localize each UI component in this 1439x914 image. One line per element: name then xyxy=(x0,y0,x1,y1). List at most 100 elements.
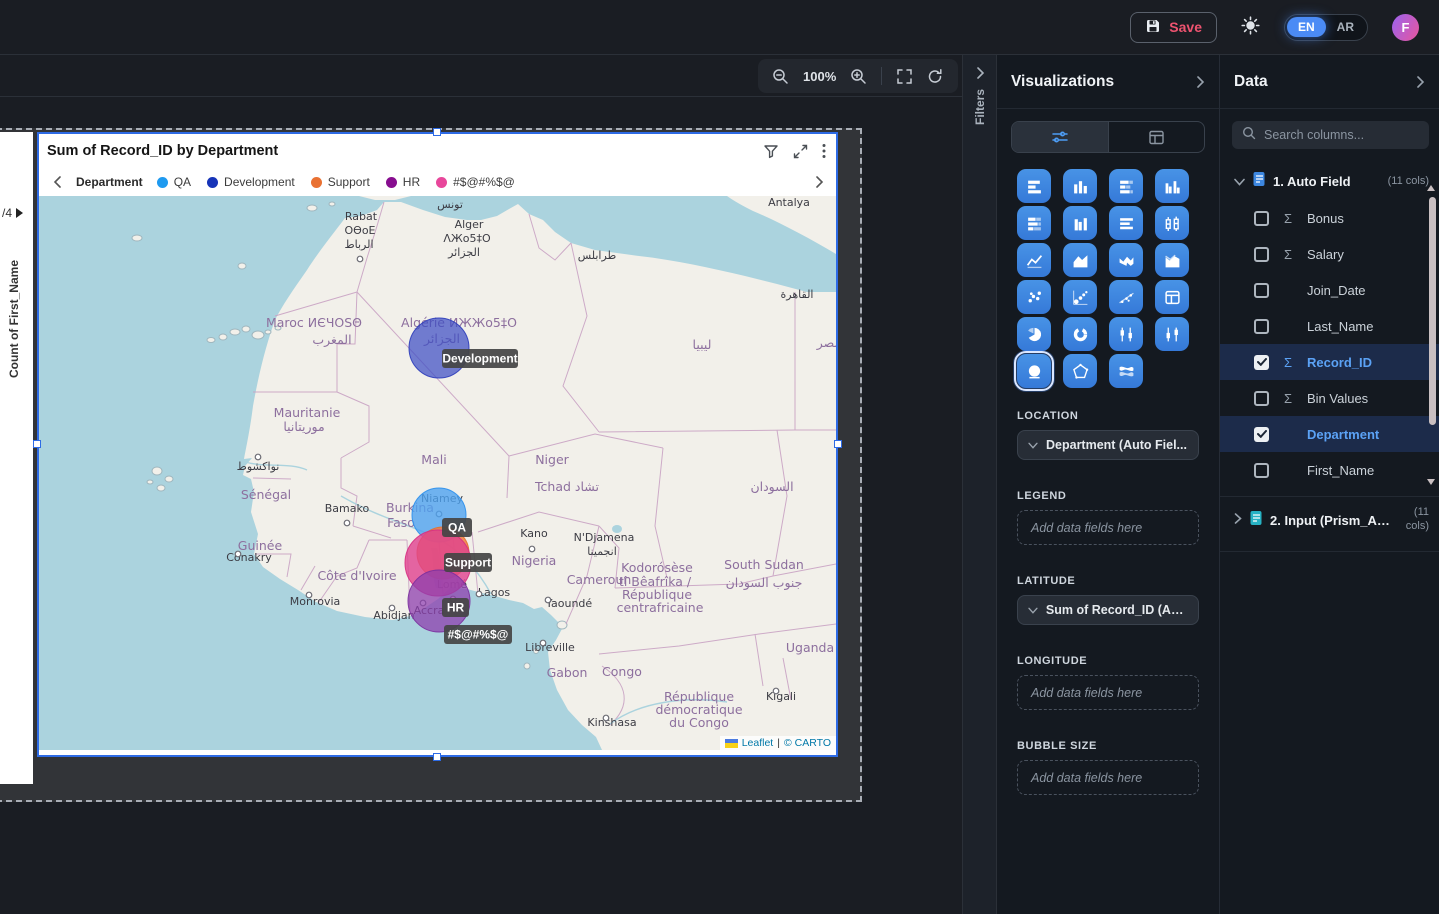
map-label: Bamako xyxy=(325,502,370,515)
widget-pager[interactable]: /4 xyxy=(2,206,23,220)
donut-chart-icon[interactable] xyxy=(1063,317,1097,351)
stream-chart-icon[interactable] xyxy=(1109,354,1143,388)
data-scrollbar-thumb[interactable] xyxy=(1429,197,1436,425)
legend-item[interactable]: Support xyxy=(311,175,370,189)
legend-dot xyxy=(311,177,322,188)
field-row-bin-values[interactable]: ΣBin Values xyxy=(1220,380,1439,416)
carto-link[interactable]: © CARTO xyxy=(784,737,831,749)
field-row-last-name[interactable]: Last_Name xyxy=(1220,308,1439,344)
avatar[interactable]: F xyxy=(1392,14,1419,41)
leaflet-link[interactable]: Leaflet xyxy=(742,737,774,749)
bubble-chart-icon[interactable] xyxy=(1063,280,1097,314)
field-pill[interactable]: Department (Auto Fiel... xyxy=(1017,430,1199,460)
field-row-salary[interactable]: ΣSalary xyxy=(1220,236,1439,272)
map-widget[interactable]: Sum of Record_ID by Department xyxy=(37,132,838,757)
map-label: Kodorósèse xyxy=(621,560,693,575)
search-columns-input[interactable] xyxy=(1264,128,1414,142)
bubble-development[interactable] xyxy=(409,318,469,378)
resize-handle-right[interactable] xyxy=(834,440,842,448)
bar-lines-chart-icon[interactable] xyxy=(1109,206,1143,240)
candlestick-chart-icon[interactable] xyxy=(1109,317,1143,351)
zoom-in-button[interactable] xyxy=(850,68,867,85)
kebab-menu-icon[interactable] xyxy=(822,143,826,159)
stacked-bar-100-icon[interactable] xyxy=(1017,206,1051,240)
filter-icon[interactable] xyxy=(763,143,779,159)
map-label: Niger xyxy=(535,452,569,467)
field-row-record-id[interactable]: ΣRecord_ID xyxy=(1220,344,1439,380)
scatter-line-chart-icon[interactable] xyxy=(1109,280,1143,314)
lang-ar-button[interactable]: AR xyxy=(1326,17,1365,37)
leaflet-map[interactable]: Maroc ИЄЧОЅΘالمغربAlgérie ИЖЖо5‡Оالجزائر… xyxy=(39,196,836,750)
checkbox-checked[interactable] xyxy=(1254,427,1269,442)
field-dropzone[interactable]: Add data fields here xyxy=(1017,510,1199,545)
resize-handle-top[interactable] xyxy=(433,128,441,136)
filled-area-chart-icon[interactable] xyxy=(1155,243,1189,277)
radar-chart-icon[interactable] xyxy=(1063,354,1097,388)
table-row-auto-field[interactable]: 1. Auto Field (11 cols) xyxy=(1220,163,1439,200)
checkbox-unchecked[interactable] xyxy=(1254,319,1269,334)
checkbox-unchecked[interactable] xyxy=(1254,283,1269,298)
grouped-column-chart-icon[interactable] xyxy=(1155,169,1189,203)
filters-expand-icon[interactable] xyxy=(975,67,985,79)
search-icon xyxy=(1242,126,1256,145)
pie-chart-icon[interactable] xyxy=(1017,317,1051,351)
field-dropzone[interactable]: Add data fields here xyxy=(1017,760,1199,795)
field-row-first-name[interactable]: First_Name xyxy=(1220,452,1439,488)
checkbox-checked[interactable] xyxy=(1254,355,1269,370)
legend-prev-icon[interactable] xyxy=(53,176,62,188)
field-dropzone[interactable]: Add data fields here xyxy=(1017,675,1199,710)
viz-type-grid xyxy=(1017,169,1219,388)
field-row-department[interactable]: Department xyxy=(1220,416,1439,452)
resize-handle-bottom[interactable] xyxy=(433,753,441,761)
reset-view-button[interactable] xyxy=(927,68,944,85)
legend-item[interactable]: Development xyxy=(207,175,295,189)
lang-en-button[interactable]: EN xyxy=(1287,17,1326,37)
legend-item[interactable]: HR xyxy=(386,175,420,189)
checkbox-unchecked[interactable] xyxy=(1254,247,1269,262)
chevron-right-icon xyxy=(1234,511,1242,529)
pivot-table-icon[interactable] xyxy=(1155,280,1189,314)
ohlc-chart-icon[interactable] xyxy=(1155,317,1189,351)
resize-handle-left[interactable] xyxy=(33,440,41,448)
stacked-bar-chart-icon[interactable] xyxy=(1109,169,1143,203)
column-chart-icon[interactable] xyxy=(1063,169,1097,203)
tab-chart-settings[interactable] xyxy=(1012,122,1108,152)
legend-dot xyxy=(207,177,218,188)
visualizations-collapse-icon[interactable] xyxy=(1196,76,1205,88)
scatter-plot-icon[interactable] xyxy=(1017,280,1051,314)
bar-chart-icon[interactable] xyxy=(1017,169,1051,203)
map-label: Libreville xyxy=(525,641,575,654)
map-label: Sénégal xyxy=(241,487,291,502)
tab-format[interactable] xyxy=(1108,122,1205,152)
data-collapse-icon[interactable] xyxy=(1416,76,1425,88)
line-chart-icon[interactable] xyxy=(1017,243,1051,277)
ukraine-flag-icon xyxy=(725,739,738,748)
checkbox-unchecked[interactable] xyxy=(1254,463,1269,478)
legend-next-icon[interactable] xyxy=(815,176,824,188)
paired-column-chart-icon[interactable] xyxy=(1063,206,1097,240)
map-label: السودان xyxy=(750,479,793,495)
widget-title: Sum of Record_ID by Department xyxy=(47,143,763,159)
field-row-bonus[interactable]: ΣBonus xyxy=(1220,200,1439,236)
legend-item[interactable]: QA xyxy=(157,175,191,189)
range-area-chart-icon[interactable] xyxy=(1109,243,1143,277)
partial-left-widget[interactable]: /4 Count of First_Name xyxy=(0,132,33,784)
dashboard-canvas[interactable]: /4 Count of First_Name Sum of Record_ID … xyxy=(0,97,962,914)
checkbox-unchecked[interactable] xyxy=(1254,211,1269,226)
field-pill[interactable]: Sum of Record_ID (Au... xyxy=(1017,595,1199,625)
field-row-join-date[interactable]: Join_Date xyxy=(1220,272,1439,308)
expand-icon[interactable] xyxy=(793,144,808,159)
box-plot-icon[interactable] xyxy=(1155,206,1189,240)
legend-item[interactable]: #$@#%$@ xyxy=(436,175,515,189)
zoom-controls: 100% xyxy=(758,59,958,93)
area-chart-icon[interactable] xyxy=(1063,243,1097,277)
scroll-down-arrow[interactable] xyxy=(1427,479,1435,485)
theme-toggle-button[interactable] xyxy=(1241,16,1260,38)
save-button[interactable]: Save xyxy=(1130,12,1217,43)
checkbox-unchecked[interactable] xyxy=(1254,391,1269,406)
scroll-up-arrow[interactable] xyxy=(1427,185,1435,191)
bubble-map-icon[interactable] xyxy=(1017,354,1051,388)
zoom-out-button[interactable] xyxy=(772,68,789,85)
table-row-input-prism[interactable]: 2. Input (Prism_AutoFiel... (11 cols) xyxy=(1220,497,1439,543)
fit-screen-button[interactable] xyxy=(896,68,913,85)
